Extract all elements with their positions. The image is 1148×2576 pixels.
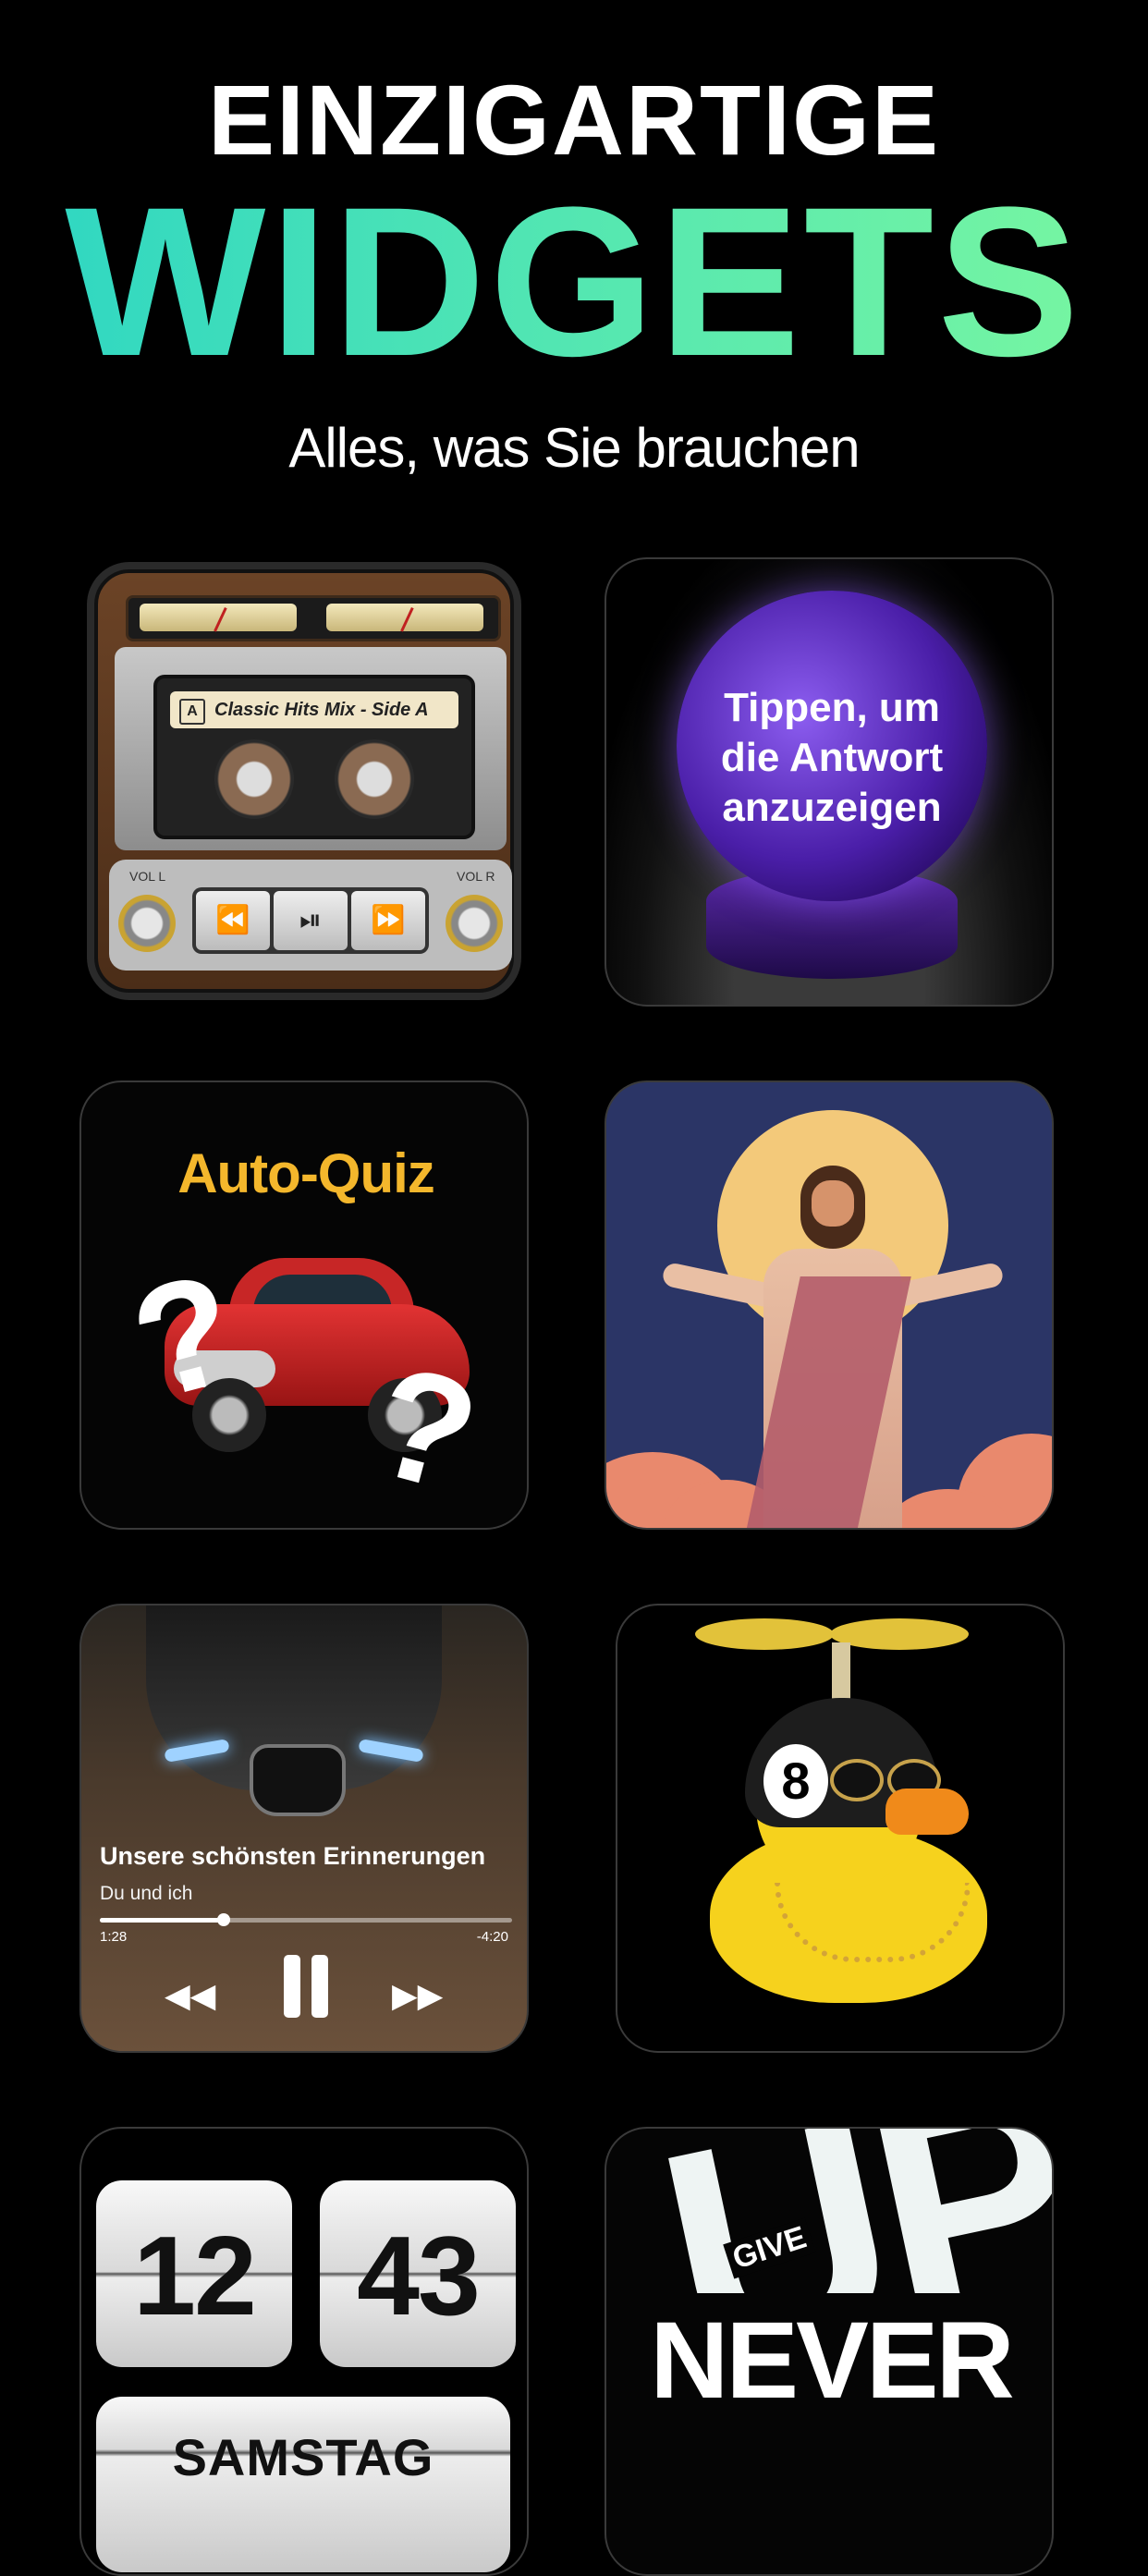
forward-button[interactable]: ⏩: [351, 891, 425, 950]
hero-title-line2: WIDGETS: [0, 176, 1148, 388]
never-text: NEVER: [650, 2300, 1015, 2422]
propeller-blade-right: [830, 1618, 969, 1650]
widget-jesus-illustration[interactable]: [605, 1080, 1054, 1530]
car-photo: [146, 1605, 442, 1827]
duck-beak: [885, 1789, 969, 1835]
rewind-button[interactable]: ⏪: [196, 891, 270, 950]
reel-right-icon: [335, 739, 414, 819]
prompt-line3: anzuzeigen: [722, 785, 942, 830]
hero-header: EINZIGARTIGE WIDGETS Alles, was Sie brau…: [0, 65, 1148, 480]
jesus-figure: [745, 1166, 911, 1528]
clock-hour: 12: [96, 2180, 292, 2367]
volume-right-knob[interactable]: [446, 895, 503, 952]
quiz-title: Auto-Quiz: [177, 1142, 435, 1204]
widget-duck-illustration[interactable]: 8: [616, 1604, 1065, 2053]
cassette-window: A Classic Hits Mix - Side A: [115, 647, 507, 850]
clock-minute: 43: [320, 2180, 516, 2367]
rewind-icon[interactable]: ◀◀: [165, 1968, 215, 2023]
widget-auto-quiz[interactable]: Auto-Quiz ? ?: [79, 1080, 529, 1530]
propeller-stem: [832, 1642, 850, 1703]
prompt-line2: die Antwort: [720, 735, 944, 780]
widget-crystal-ball[interactable]: Tippen, um die Antwort anzuzeigen: [605, 557, 1054, 1007]
tape-side-badge: A: [179, 699, 205, 725]
vol-l-label: VOL L: [129, 869, 166, 884]
crystal-ball-icon[interactable]: Tippen, um die Antwort anzuzeigen: [677, 591, 987, 901]
remaining-time: -4:20: [476, 1929, 508, 1945]
prompt-line1: Tippen, um: [724, 685, 940, 730]
forward-icon[interactable]: ▶▶: [392, 1968, 443, 2023]
widget-never-give-up[interactable]: UP GIVE NEVER: [605, 2127, 1054, 2576]
widget-cassette-player[interactable]: A Classic Hits Mix - Side A VOL L VOL R ⏪…: [87, 562, 521, 1000]
widget-flip-clock[interactable]: 12 43 SAMSTAG: [79, 2127, 529, 2576]
tape-label: A Classic Hits Mix - Side A: [170, 691, 458, 728]
track-artist: Du und ich: [100, 1883, 193, 1904]
progress-slider[interactable]: [100, 1913, 512, 1926]
play-pause-button[interactable]: ⏯: [274, 891, 348, 950]
volume-left-knob[interactable]: [118, 895, 176, 952]
cassette-tape: A Classic Hits Mix - Side A: [153, 675, 475, 839]
vu-meter-panel: [126, 595, 501, 641]
widget-music-player[interactable]: Unsere schönsten Erinnerungen Du und ich…: [79, 1604, 529, 2053]
eight-ball-icon: 8: [763, 1744, 828, 1818]
hero-title-line1: EINZIGARTIGE: [207, 64, 941, 176]
pause-icon[interactable]: [284, 1955, 328, 2018]
reel-left-icon: [214, 739, 294, 819]
vu-meter-right: [326, 604, 483, 632]
crystal-ball-prompt: Tippen, um die Antwort anzuzeigen: [677, 683, 987, 833]
cassette-frame: A Classic Hits Mix - Side A VOL L VOL R ⏪…: [94, 569, 514, 993]
transport-buttons: ⏪ ⏯ ⏩: [192, 887, 429, 954]
hero-subtitle: Alles, was Sie brauchen: [288, 417, 860, 479]
vol-r-label: VOL R: [457, 869, 495, 884]
progress-fill: [100, 1918, 224, 1923]
propeller-blade-left: [695, 1618, 834, 1650]
tape-label-text: Classic Hits Mix - Side A: [214, 700, 429, 720]
track-title: Unsere schönsten Erinnerungen: [100, 1842, 486, 1870]
clock-day: SAMSTAG: [96, 2397, 510, 2572]
vu-meter-left: [140, 604, 297, 632]
progress-knob[interactable]: [216, 1913, 230, 1926]
cassette-controls: VOL L VOL R ⏪ ⏯ ⏩: [109, 860, 512, 971]
elapsed-time: 1:28: [100, 1929, 128, 1945]
